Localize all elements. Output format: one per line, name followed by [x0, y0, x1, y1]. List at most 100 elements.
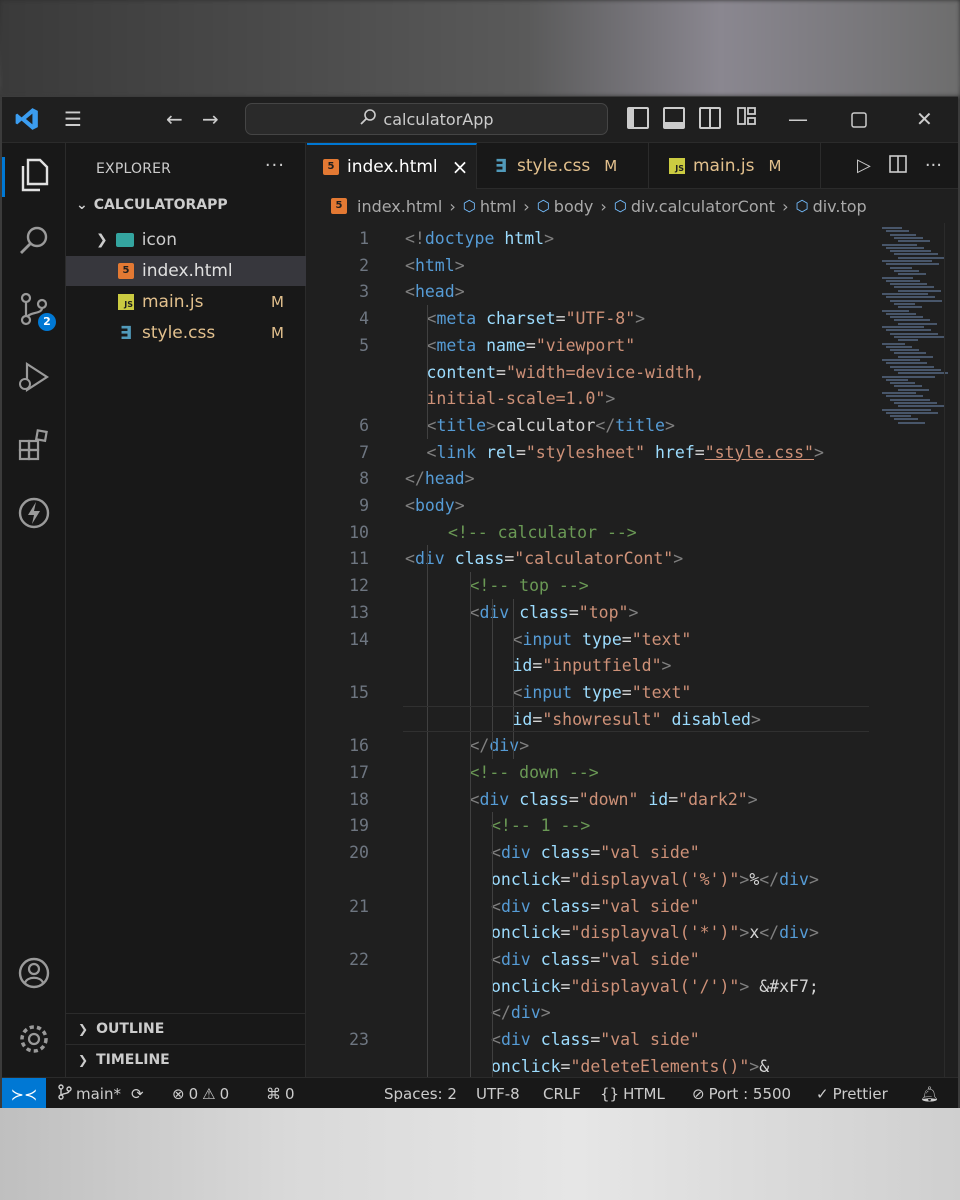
- minimap-line: [882, 293, 928, 295]
- code-line[interactable]: 9 <body>: [307, 492, 877, 519]
- code-line[interactable]: 17 <!-- down -->: [307, 759, 877, 786]
- eol-indicator[interactable]: CRLF: [543, 1078, 581, 1108]
- indentation-indicator[interactable]: Spaces: 2: [384, 1078, 457, 1108]
- code-line[interactable]: 23 <div class="val side": [307, 1026, 877, 1053]
- live-server-indicator[interactable]: ⊘ Port : 5500: [692, 1078, 791, 1108]
- search-view-icon[interactable]: [16, 223, 52, 259]
- tab-index-html[interactable]: 5 index.html ×: [307, 143, 477, 189]
- code-line[interactable]: 13 <div class="top">: [307, 599, 877, 626]
- extensions-icon[interactable]: [16, 427, 52, 463]
- code-line[interactable]: 10 <!-- calculator -->: [307, 519, 877, 546]
- tree-item-icon-folder[interactable]: ❯ icon: [66, 225, 306, 255]
- code-line[interactable]: onclick="deleteElements()">&: [307, 1053, 877, 1080]
- code-line[interactable]: </div>: [307, 999, 877, 1026]
- chevron-right-icon: ›: [782, 196, 789, 216]
- code-line[interactable]: 18 <div class="down" id="dark2">: [307, 786, 877, 813]
- close-tab-icon[interactable]: ×: [452, 155, 469, 179]
- code-line[interactable]: id="inputfield">: [307, 652, 877, 679]
- close-window-icon[interactable]: ✕: [916, 107, 933, 131]
- breadcrumb-item[interactable]: body: [554, 197, 594, 216]
- sync-icon[interactable]: ⟳: [131, 1085, 144, 1103]
- remote-indicator-icon[interactable]: ≻≺: [2, 1078, 46, 1108]
- active-indicator: [2, 157, 5, 197]
- code-line[interactable]: initial-scale=1.0">: [307, 385, 877, 412]
- code-line[interactable]: 20 <div class="val side": [307, 839, 877, 866]
- code-line[interactable]: 19 <!-- 1 -->: [307, 812, 877, 839]
- minimap-line: [890, 332, 938, 335]
- error-icon: ⊗: [172, 1085, 185, 1103]
- forward-arrow-icon[interactable]: →: [202, 107, 219, 131]
- customize-layout-icon[interactable]: [736, 105, 758, 132]
- code-line[interactable]: onclick="displayval('*')">x</div>: [307, 919, 877, 946]
- back-arrow-icon[interactable]: ←: [166, 107, 183, 131]
- line-number: 5: [359, 335, 369, 355]
- minimap-line: [890, 398, 930, 401]
- breadcrumb-item[interactable]: index.html: [357, 197, 442, 216]
- ports-indicator[interactable]: ⌘ 0: [266, 1078, 295, 1108]
- prettier-indicator[interactable]: ✓ Prettier: [816, 1078, 888, 1108]
- explorer-icon[interactable]: [16, 157, 52, 193]
- code-line[interactable]: 4 <meta charset="UTF-8">: [307, 305, 877, 332]
- toggle-panel-icon[interactable]: [663, 107, 685, 129]
- code-line[interactable]: 8 </head>: [307, 465, 877, 492]
- code-text: <html>: [405, 255, 465, 275]
- code-line[interactable]: 11 <div class="calculatorCont">: [307, 545, 877, 572]
- workspace-root[interactable]: ⌄ CALCULATORAPP: [76, 197, 228, 213]
- language-indicator[interactable]: {} HTML: [600, 1078, 665, 1108]
- minimize-icon[interactable]: —: [788, 107, 808, 131]
- tab-label: style.css: [517, 156, 591, 176]
- tab-style-css[interactable]: ∃ style.css M: [477, 143, 649, 189]
- editor-scrollbar[interactable]: [944, 223, 958, 1077]
- code-line[interactable]: 6 <title>calculator</title>: [307, 412, 877, 439]
- maximize-icon[interactable]: [851, 109, 867, 133]
- minimap[interactable]: [882, 227, 948, 437]
- code-line[interactable]: onclick="displayval('%')">%</div>: [307, 866, 877, 893]
- code-editor[interactable]: 1 <!doctype html> 2 <html> 3 <head> 4 <meta cha…: [307, 225, 958, 1080]
- code-line[interactable]: 5 <meta name="viewport": [307, 332, 877, 359]
- menu-icon[interactable]: ☰: [64, 107, 82, 131]
- code-line[interactable]: 21 <div class="val side": [307, 893, 877, 920]
- branch-indicator[interactable]: main* ⟳: [58, 1078, 144, 1108]
- thunder-client-icon[interactable]: [16, 495, 52, 531]
- problems-indicator[interactable]: ⊗ 0 ⚠ 0: [172, 1078, 229, 1108]
- tab-main-js[interactable]: JS main.js M: [649, 143, 821, 189]
- minimap-line: [882, 227, 902, 229]
- minimap-line: [882, 326, 924, 328]
- code-line[interactable]: onclick="displayval('/')"> &#xF7;: [307, 973, 877, 1000]
- settings-gear-icon[interactable]: [16, 1021, 52, 1057]
- search-text: calculatorApp: [383, 109, 494, 129]
- split-editor-icon[interactable]: [889, 155, 907, 178]
- code-line[interactable]: 12 <!-- top -->: [307, 572, 877, 599]
- breadcrumb-item[interactable]: div.top: [813, 197, 867, 216]
- language-label: HTML: [623, 1085, 665, 1103]
- more-editor-actions-icon[interactable]: ···: [925, 155, 942, 178]
- code-line[interactable]: 16 </div>: [307, 732, 877, 759]
- code-line[interactable]: 1 <!doctype html>: [307, 225, 877, 252]
- breadcrumb-item[interactable]: html: [480, 197, 516, 216]
- code-line[interactable]: 14 <input type="text": [307, 626, 877, 653]
- run-debug-icon[interactable]: [16, 359, 52, 395]
- code-line[interactable]: 15 <input type="text": [307, 679, 877, 706]
- run-icon[interactable]: ▷: [857, 155, 871, 178]
- line-number: 12: [349, 576, 369, 596]
- encoding-indicator[interactable]: UTF-8: [476, 1078, 520, 1108]
- breadcrumb-item[interactable]: div.calculatorCont: [631, 197, 775, 216]
- code-line[interactable]: 2 <html>: [307, 252, 877, 279]
- code-line[interactable]: content="width=device-width,: [307, 359, 877, 386]
- tree-item-style-css[interactable]: ∃ style.css M: [66, 318, 306, 348]
- timeline-section[interactable]: ❯ TIMELINE: [66, 1044, 306, 1074]
- toggle-sidebar-icon[interactable]: [627, 107, 649, 129]
- toggle-secondary-sidebar-icon[interactable]: [699, 107, 721, 129]
- notifications-icon[interactable]: 🔔︎: [920, 1078, 939, 1108]
- code-line[interactable]: 7 <link rel="stylesheet" href="style.css"…: [307, 439, 877, 466]
- tree-item-main-js[interactable]: JS main.js M: [66, 287, 306, 317]
- tree-item-index-html[interactable]: 5 index.html: [66, 256, 306, 286]
- code-line[interactable]: 3 <head>: [307, 278, 877, 305]
- command-center-search[interactable]: calculatorApp: [245, 103, 608, 135]
- line-number: 15: [349, 682, 369, 702]
- more-actions-icon[interactable]: ···: [265, 155, 285, 176]
- vscode-window: ☰ ← → calculatorApp — ✕ 2 EXPLORER ··· ⌄…: [2, 96, 958, 1108]
- code-line[interactable]: 22 <div class="val side": [307, 946, 877, 973]
- accounts-icon[interactable]: [16, 955, 52, 991]
- outline-section[interactable]: ❯ OUTLINE: [66, 1013, 306, 1043]
